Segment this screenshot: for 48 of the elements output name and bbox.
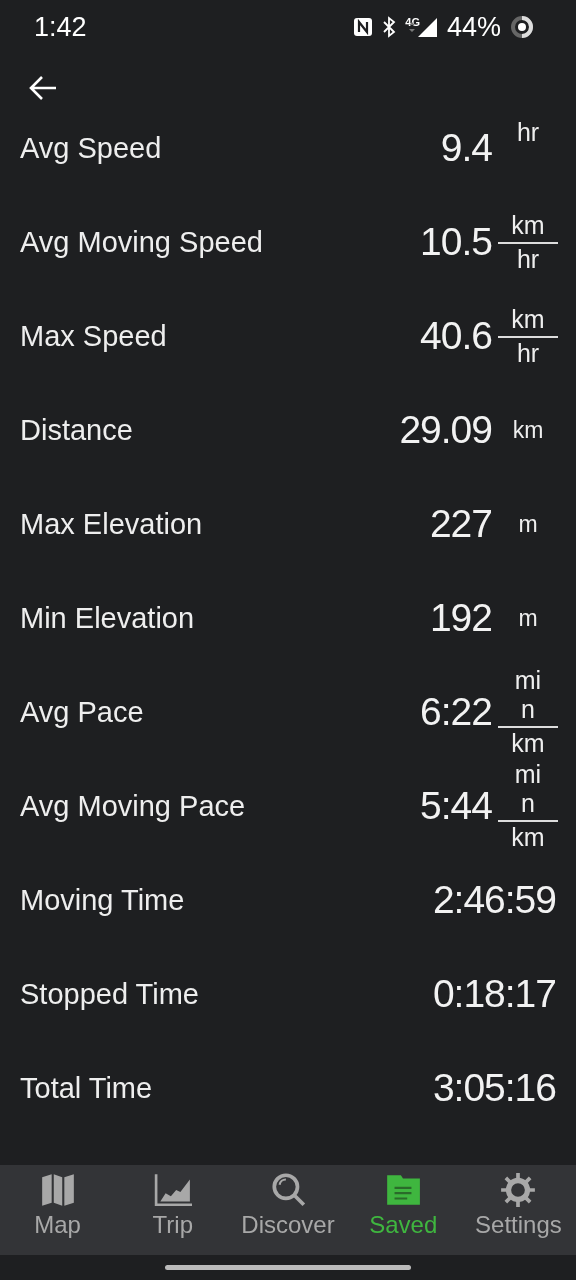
stat-label: Stopped Time xyxy=(20,977,200,1011)
settings-icon xyxy=(499,1171,538,1209)
stat-value: 2:46:59 xyxy=(432,878,556,922)
stat-value: 40.6 xyxy=(420,314,492,358)
back-arrow-icon[interactable] xyxy=(28,75,58,101)
unit-denominator: hr xyxy=(516,122,540,147)
stat-label: Max Speed xyxy=(20,319,168,353)
unit-denominator: km xyxy=(511,821,545,852)
network-type: 4G xyxy=(405,16,420,28)
clock-time: 1:42 xyxy=(34,11,88,43)
stat-value: 3:05:16 xyxy=(432,1066,556,1110)
stat-value: 227 xyxy=(429,502,492,546)
signal-icon xyxy=(407,16,438,38)
nav-tab[interactable]: Trip xyxy=(115,1165,231,1255)
unit-numerator: km xyxy=(510,304,546,335)
unit-label: m xyxy=(518,604,538,632)
stat-label: Avg Pace xyxy=(20,695,145,729)
stat-value: 10.5 xyxy=(420,220,492,264)
nav-tab[interactable]: Saved xyxy=(345,1165,461,1255)
stat-value: 9.4 xyxy=(440,126,492,170)
bluetooth-icon xyxy=(382,16,397,38)
unit-denominator: km xyxy=(511,727,545,758)
unit-denominator: hr xyxy=(516,243,540,274)
stat-label: Avg Speed xyxy=(20,131,163,165)
stat-value: 5:44 xyxy=(420,784,492,828)
stat-label: Total Time xyxy=(20,1071,154,1105)
stat-label: Min Elevation xyxy=(20,601,196,635)
stat-label: Distance xyxy=(20,413,134,447)
stat-value: 6:22 xyxy=(420,690,492,734)
battery-percent: 44% xyxy=(446,11,501,43)
stat-value: 29.09 xyxy=(399,408,492,452)
stat-value: 192 xyxy=(429,596,492,640)
nfc-icon xyxy=(353,17,374,37)
stat-label: Max Elevation xyxy=(20,507,204,541)
nav-tab[interactable]: Discover xyxy=(230,1165,346,1255)
battery-ring-icon xyxy=(510,15,534,39)
stat-label: Moving Time xyxy=(20,883,186,917)
chart-icon xyxy=(153,1171,192,1209)
unit-label: m xyxy=(518,510,538,538)
unit-denominator: hr xyxy=(516,337,540,368)
search-icon xyxy=(269,1171,307,1209)
nav-tab[interactable]: Map xyxy=(0,1165,116,1255)
stat-label: Avg Moving Pace xyxy=(20,789,247,823)
unit-label: km xyxy=(512,416,544,444)
stat-label: Avg Moving Speed xyxy=(20,225,264,259)
unit-numerator: km xyxy=(510,210,546,241)
nav-tab[interactable]: Settings xyxy=(460,1165,576,1255)
stat-value: 0:18:17 xyxy=(432,972,556,1016)
